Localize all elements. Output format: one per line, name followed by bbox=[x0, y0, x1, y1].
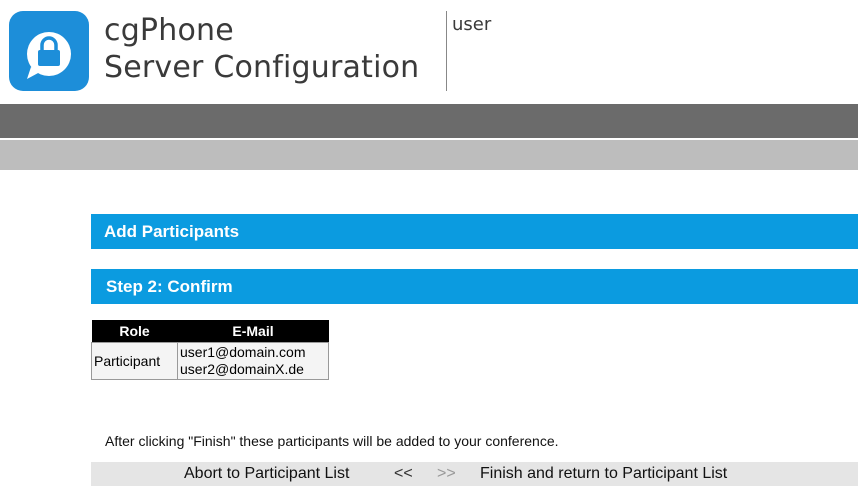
header-divider bbox=[446, 11, 447, 91]
app-title-line1: cgPhone bbox=[104, 13, 234, 48]
participants-table: Role E-Mail Participant user1@domain.com… bbox=[91, 320, 329, 380]
table-header-row: Role E-Mail bbox=[91, 320, 329, 343]
nav-bar-secondary bbox=[0, 140, 858, 170]
email-address: user1@domain.com bbox=[180, 344, 306, 360]
section-title: Add Participants bbox=[91, 214, 858, 249]
nav-bar-primary bbox=[0, 104, 858, 138]
confirmation-note: After clicking "Finish" these participan… bbox=[105, 433, 559, 449]
email-address: user2@domainX.de bbox=[180, 361, 304, 377]
table-row: Participant user1@domain.com user2@domai… bbox=[91, 342, 329, 380]
header: cgPhone Server Configuration user bbox=[0, 0, 858, 104]
lock-chat-bubble-icon bbox=[27, 32, 71, 79]
app-title: cgPhone Server Configuration bbox=[104, 12, 419, 86]
finish-link[interactable]: Finish and return to Participant List bbox=[480, 462, 727, 486]
email-cell: user1@domain.com user2@domainX.de bbox=[177, 342, 329, 380]
next-step-link: >> bbox=[437, 465, 456, 482]
role-cell: Participant bbox=[91, 342, 178, 380]
app-logo bbox=[9, 11, 89, 91]
column-header-role: Role bbox=[91, 320, 178, 343]
column-header-email: E-Mail bbox=[177, 320, 329, 343]
user-name[interactable]: user bbox=[452, 14, 491, 35]
previous-step-link[interactable]: << bbox=[394, 462, 413, 486]
abort-link[interactable]: Abort to Participant List bbox=[184, 462, 349, 486]
app-title-line2: Server Configuration bbox=[104, 50, 420, 85]
step-title: Step 2: Confirm bbox=[91, 269, 858, 304]
action-bar: Abort to Participant List << >> Finish a… bbox=[91, 462, 858, 486]
